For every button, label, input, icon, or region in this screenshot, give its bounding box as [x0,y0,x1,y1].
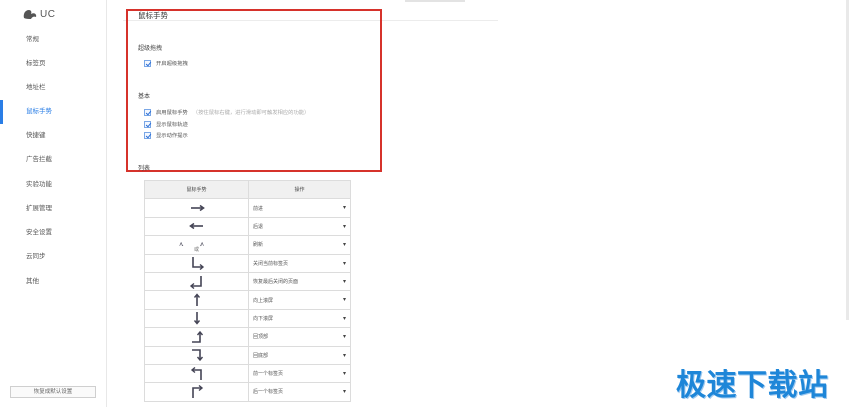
show-trail-checkbox[interactable]: 显示鼠标轨迹 [144,120,188,128]
action-dropdown[interactable]: 刷新 [248,235,351,255]
checkbox-icon [144,59,151,67]
show-hint-checkbox[interactable]: 显示动作提示 [144,131,188,139]
checkbox-icon [144,131,151,139]
left-arrow-icon [188,223,203,230]
gesture-column-header: 鼠标手势 [144,179,249,200]
sidebar-item-cloud-sync[interactable]: 云同步 [0,245,106,269]
action-dropdown[interactable]: 回顶部 [248,327,351,347]
sidebar-item-security[interactable]: 安全设置 [0,221,106,245]
sidebar-item-mouse-gesture[interactable]: 鼠标手势 [0,100,106,124]
action-dropdown[interactable]: 关闭当前标签页 [248,253,351,273]
sidebar-item-experimental[interactable]: 实验功能 [0,173,106,197]
table-header-row: 鼠标手势 操作 [144,179,351,200]
sidebar: UC 常规 标签页 地址栏 鼠标手势 快捷键 广告拦截 实验功能 扩展管理 安全… [0,0,107,407]
action-dropdown[interactable]: 前进 [248,198,351,218]
action-dropdown[interactable]: 向下滚屏 [248,308,351,329]
table-row: 恢复最后关闭的页面 [144,271,351,292]
up-right-icon [191,384,203,398]
table-row: 回底部 [144,345,351,365]
table-row: 关闭当前标签页 [144,253,351,273]
top-divider-stub [405,0,465,2]
list-heading: 列表 [138,166,151,172]
super-drag-checkbox[interactable]: 开启超级拖拽 [144,59,188,67]
enable-gesture-checkbox[interactable]: 启用鼠标手势 （按住鼠标右键，进行滑动即可触发相应的功能） [144,108,309,116]
down-arrow-icon [193,312,200,326]
table-row: 前一个标签页 [144,363,351,384]
table-row: 向下滚屏 [144,308,351,329]
sidebar-item-shortcuts[interactable]: 快捷键 [0,124,106,148]
uc-logo: UC [22,8,55,20]
sidebar-item-other[interactable]: 其他 [0,270,106,294]
up-left-icon [190,366,202,380]
section-title: 鼠标手势 [138,11,168,20]
table-row: 或 刷新 [144,235,351,255]
action-column-header: 操作 [248,179,351,200]
sidebar-item-ad-block[interactable]: 广告拦截 [0,148,106,172]
sidebar-item-tabs[interactable]: 标签页 [0,52,106,76]
table-row: 前进 [144,198,351,218]
right-arrow-icon [190,204,205,212]
logo-text: UC [40,8,56,20]
scrollbar[interactable] [846,0,849,320]
action-dropdown[interactable]: 后退 [248,216,351,237]
checkbox-icon [144,108,151,116]
right-up-icon [191,330,203,343]
basic-heading: 基本 [138,94,151,100]
up-arrow-icon [193,293,200,307]
action-dropdown[interactable]: 回底部 [248,345,351,365]
table-row: 回顶部 [144,327,351,347]
gesture-table: 鼠标手势 操作 前进 后退 或 刷新 关闭当前标签页 恢复最后关闭的页面 [144,179,351,402]
watermark: 极速下载站 [676,369,829,402]
action-dropdown[interactable]: 前一个标签页 [248,363,351,384]
down-right-icon [191,257,204,271]
sidebar-item-extensions[interactable]: 扩展管理 [0,197,106,221]
action-dropdown[interactable]: 向上滚屏 [248,290,351,310]
up-down-icon [179,241,183,247]
highlight-frame [126,9,382,172]
sidebar-item-address-bar[interactable]: 地址栏 [0,76,106,100]
action-dropdown[interactable]: 恢复最后关闭的页面 [248,271,351,292]
down-up-icon [200,241,205,247]
action-dropdown[interactable]: 后一个标签页 [248,382,351,402]
super-drag-heading: 超级拖拽 [138,46,163,52]
checkbox-icon [144,120,151,128]
sidebar-item-general[interactable]: 常规 [0,28,106,52]
table-row: 后一个标签页 [144,382,351,402]
reset-defaults-button[interactable]: 恢复成默认设置 [10,386,96,398]
down-left-icon [189,275,202,289]
right-down-icon [191,349,203,362]
table-row: 向上滚屏 [144,290,351,310]
table-row: 后退 [144,216,351,237]
or-label: 或 [193,246,199,253]
squirrel-icon [23,10,37,19]
